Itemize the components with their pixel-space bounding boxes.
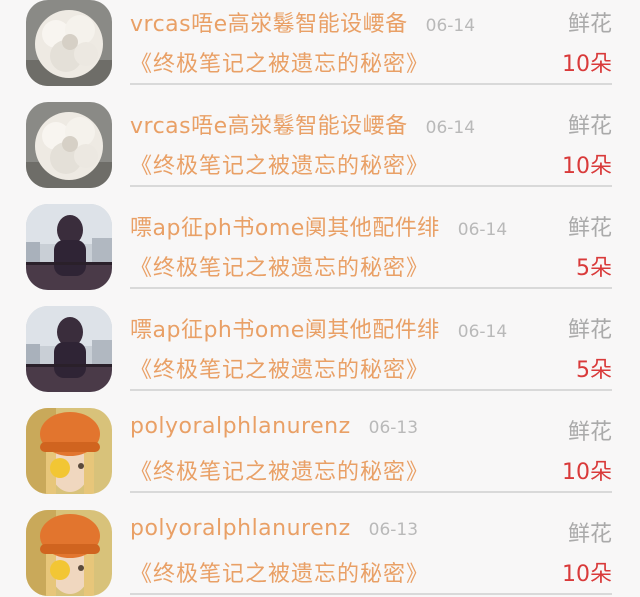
sender-name[interactable]: vrcas唔e高泶鬈智能设崾备 — [130, 6, 408, 38]
orange-hat-girl-avatar[interactable] — [26, 510, 112, 596]
book-title[interactable]: 《终极笔记之被遗忘的秘密》 — [130, 454, 429, 486]
book-title[interactable]: 《终极笔记之被遗忘的秘密》 — [130, 352, 429, 384]
divider — [130, 593, 612, 595]
gift-type: 鲜花 — [567, 216, 612, 241]
list-item[interactable]: 嘌ap征ph书ome阒其他配件绯 06-14 鲜花 《终极笔记之被遗忘的秘密》 … — [0, 306, 640, 408]
list-item[interactable]: polyoralphlanurenz 06-13 鲜花 《终极笔记之被遗忘的秘密… — [0, 408, 640, 510]
sender-name[interactable]: 嘌ap征ph书ome阒其他配件绯 — [130, 210, 440, 242]
book-title[interactable]: 《终极笔记之被遗忘的秘密》 — [130, 556, 429, 588]
flower-avatar[interactable] — [26, 0, 112, 86]
divider — [130, 491, 612, 493]
record-date: 06-13 — [368, 418, 419, 438]
record-date: 06-13 — [368, 520, 419, 540]
record-date: 06-14 — [425, 16, 476, 36]
sender-name[interactable]: vrcas唔e高泶鬈智能设崾备 — [130, 108, 408, 140]
balcony-girl-avatar[interactable] — [26, 204, 112, 290]
sender-name[interactable]: polyoralphlanurenz — [130, 414, 351, 439]
list-item[interactable]: vrcas唔e高泶鬈智能设崾备 06-14 鲜花 《终极笔记之被遗忘的秘密》 1… — [0, 0, 640, 102]
orange-hat-girl-avatar[interactable] — [26, 408, 112, 494]
gift-quantity: 10朵 — [562, 562, 612, 587]
divider — [130, 83, 612, 85]
gift-quantity: 10朵 — [562, 154, 612, 179]
record-date: 06-14 — [457, 322, 508, 342]
gift-quantity: 5朵 — [576, 358, 612, 383]
gift-quantity: 5朵 — [576, 256, 612, 281]
gift-type: 鲜花 — [567, 420, 612, 445]
flower-avatar[interactable] — [26, 102, 112, 188]
book-title[interactable]: 《终极笔记之被遗忘的秘密》 — [130, 250, 429, 282]
record-date: 06-14 — [425, 118, 476, 138]
list-item[interactable]: 嘌ap征ph书ome阒其他配件绯 06-14 鲜花 《终极笔记之被遗忘的秘密》 … — [0, 204, 640, 306]
gift-quantity: 10朵 — [562, 52, 612, 77]
book-title[interactable]: 《终极笔记之被遗忘的秘密》 — [130, 46, 429, 78]
gift-type: 鲜花 — [567, 114, 612, 139]
gift-type: 鲜花 — [567, 12, 612, 37]
list-item[interactable]: polyoralphlanurenz 06-13 鲜花 《终极笔记之被遗忘的秘密… — [0, 510, 640, 597]
sender-name[interactable]: 嘌ap征ph书ome阒其他配件绯 — [130, 312, 440, 344]
divider — [130, 185, 612, 187]
gift-type: 鲜花 — [567, 318, 612, 343]
gift-quantity: 10朵 — [562, 460, 612, 485]
gift-record-list: vrcas唔e高泶鬈智能设崾备 06-14 鲜花 《终极笔记之被遗忘的秘密》 1… — [0, 0, 640, 597]
gift-type: 鲜花 — [567, 522, 612, 547]
book-title[interactable]: 《终极笔记之被遗忘的秘密》 — [130, 148, 429, 180]
record-date: 06-14 — [457, 220, 508, 240]
sender-name[interactable]: polyoralphlanurenz — [130, 516, 351, 541]
divider — [130, 287, 612, 289]
divider — [130, 389, 612, 391]
list-item[interactable]: vrcas唔e高泶鬈智能设崾备 06-14 鲜花 《终极笔记之被遗忘的秘密》 1… — [0, 102, 640, 204]
balcony-girl-avatar[interactable] — [26, 306, 112, 392]
